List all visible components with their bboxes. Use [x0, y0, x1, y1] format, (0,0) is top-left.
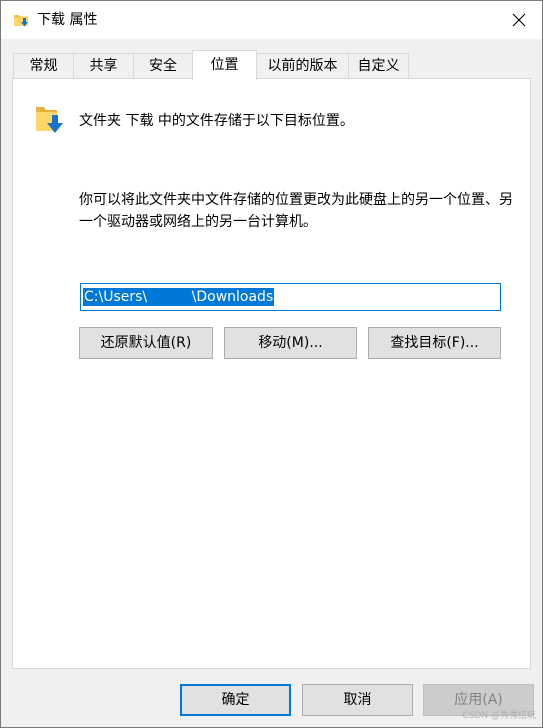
ok-button[interactable]: 确定: [180, 684, 291, 716]
window-title: 下载 属性: [37, 12, 98, 28]
location-panel: 文件夹 下载 中的文件存储于以下目标位置。 你可以将此文件夹中文件存储的位置更改…: [12, 78, 531, 669]
find-target-button[interactable]: 查找目标(F)...: [368, 327, 501, 359]
close-button[interactable]: [496, 1, 542, 39]
target-path-value: C:\Users\ \Downloads: [83, 288, 275, 306]
tab-security[interactable]: 安全: [133, 53, 193, 78]
move-button[interactable]: 移动(M)...: [224, 327, 357, 359]
tab-general[interactable]: 常规: [13, 53, 74, 78]
cancel-button[interactable]: 取消: [302, 684, 413, 716]
tab-location[interactable]: 位置: [192, 50, 257, 80]
restore-default-button[interactable]: 还原默认值(R): [79, 327, 213, 359]
target-path-input[interactable]: C:\Users\ \Downloads: [80, 283, 501, 311]
tab-customize[interactable]: 自定义: [348, 53, 409, 78]
close-icon: [512, 13, 526, 27]
location-intro-text: 文件夹 下载 中的文件存储于以下目标位置。: [79, 113, 354, 129]
folder-download-icon: [13, 12, 31, 28]
tab-previous-versions[interactable]: 以前的版本: [256, 53, 349, 78]
folder-download-icon: [35, 103, 67, 137]
watermark: CSDN @秀秀结玩: [462, 711, 536, 721]
title-bar: 下载 属性: [1, 1, 542, 39]
location-description: 你可以将此文件夹中文件存储的位置更改为此硬盘上的另一个位置、另一个驱动器或网络上…: [79, 192, 513, 230]
properties-window: 下载 属性 常规 共享 安全 位置 以前的版本 自定义 文件夹 下载 中的文件存…: [0, 0, 543, 728]
tab-sharing[interactable]: 共享: [73, 53, 134, 78]
